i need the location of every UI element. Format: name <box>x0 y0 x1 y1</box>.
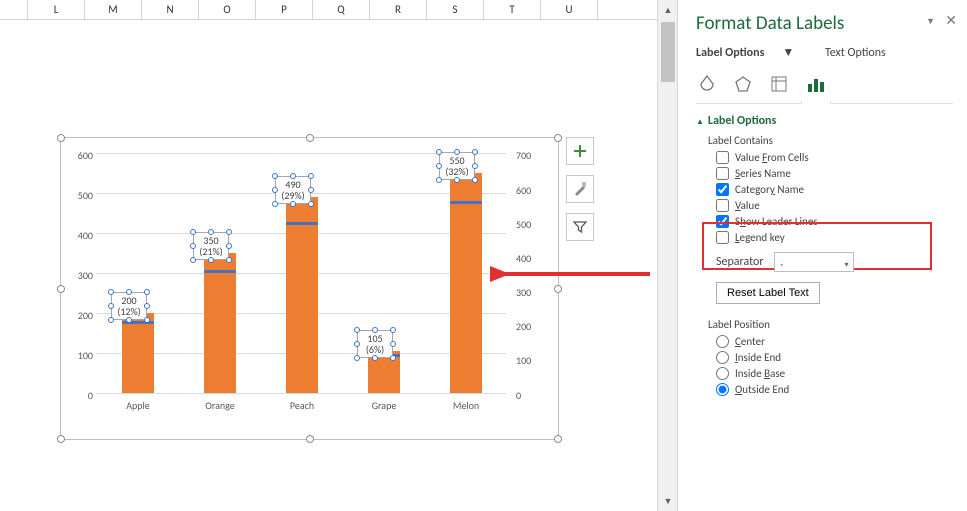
col-L[interactable]: L <box>28 0 85 19</box>
format-data-labels-pane: ▼ ✕ Format Data Labels Label Options▼ Te… <box>677 0 967 511</box>
radio[interactable] <box>716 383 729 396</box>
radio[interactable] <box>716 351 729 364</box>
separator-select[interactable]: , <box>774 252 854 272</box>
checkbox[interactable] <box>716 215 729 228</box>
opt-series-name[interactable]: Series Name <box>716 167 953 180</box>
chart-object[interactable]: 0 100 200 300 400 500 600 0 100 200 300 … <box>60 137 559 440</box>
mark-orange[interactable] <box>204 270 236 273</box>
tab-label: Label Options <box>696 46 764 60</box>
data-label-melon[interactable]: 550 (32%) <box>439 152 475 180</box>
chart-handle[interactable] <box>554 285 562 293</box>
pos-center[interactable]: Center <box>716 335 953 348</box>
x-tick: Orange <box>190 399 250 412</box>
size-props-icon[interactable] <box>768 73 790 95</box>
x-tick: Apple <box>108 399 168 412</box>
checkbox[interactable] <box>716 151 729 164</box>
y2-tick: 200 <box>516 320 544 333</box>
mark-melon[interactable] <box>450 201 482 204</box>
y-tick: 300 <box>69 269 93 282</box>
x-tick: Grape <box>354 399 414 412</box>
y2-tick: 400 <box>516 252 544 265</box>
mark-peach[interactable] <box>286 222 318 225</box>
col-N[interactable]: N <box>142 0 199 19</box>
y2-tick: 0 <box>516 389 544 402</box>
y-tick: 400 <box>69 229 93 242</box>
close-icon[interactable]: ✕ <box>945 12 957 29</box>
y2-tick: 100 <box>516 354 544 367</box>
tab-label-options[interactable]: Label Options▼ <box>696 46 811 60</box>
checkbox[interactable] <box>716 199 729 212</box>
y2-tick: 700 <box>516 149 544 162</box>
chart-handle[interactable] <box>306 134 314 142</box>
chart-styles-button[interactable] <box>566 175 594 203</box>
col-O[interactable]: O <box>199 0 256 19</box>
opt-show-leader-lines[interactable]: Show Leader Lines <box>716 215 953 228</box>
bar-apple[interactable] <box>122 313 154 393</box>
label-contains-head: Label Contains <box>708 134 953 147</box>
col-T[interactable]: T <box>484 0 541 19</box>
scroll-thumb[interactable] <box>661 22 675 82</box>
section-label-options[interactable]: Label Options <box>696 114 953 128</box>
fill-line-icon[interactable] <box>696 73 718 95</box>
opt-value-from-cells[interactable]: Value From Cells <box>716 151 953 164</box>
bar-orange[interactable] <box>204 253 236 393</box>
chart-handle[interactable] <box>57 134 65 142</box>
data-label-peach[interactable]: 490 (29%) <box>275 176 311 204</box>
col-P[interactable]: P <box>256 0 313 19</box>
col-Q[interactable]: Q <box>313 0 370 19</box>
y-tick: 0 <box>69 389 93 402</box>
tab-text-options[interactable]: Text Options <box>825 46 886 60</box>
data-label-apple[interactable]: 200 (12%) <box>111 292 147 320</box>
col-S[interactable]: S <box>427 0 484 19</box>
chart-handle[interactable] <box>306 435 314 443</box>
pos-outside-end[interactable]: Outside End <box>716 383 953 396</box>
data-label-grape[interactable]: 105 (6%) <box>357 330 393 358</box>
effects-icon[interactable] <box>732 73 754 95</box>
chart-handle[interactable] <box>57 285 65 293</box>
bar-peach[interactable] <box>286 197 318 393</box>
radio[interactable] <box>716 367 729 380</box>
label-position-head: Label Position <box>708 318 953 331</box>
x-tick: Peach <box>272 399 332 412</box>
label-options-icon[interactable] <box>804 73 826 95</box>
y-tick: 100 <box>69 349 93 362</box>
vertical-scrollbar[interactable]: ▲ ▼ <box>657 0 677 511</box>
data-label-orange[interactable]: 350 (21%) <box>193 232 229 260</box>
column-header-row: L M N O P Q R S T U <box>0 0 657 20</box>
scroll-up-icon[interactable]: ▲ <box>658 0 678 20</box>
checkbox[interactable] <box>716 183 729 196</box>
reset-label-text-button[interactable]: Reset Label Text <box>716 282 820 304</box>
col-U[interactable]: U <box>541 0 598 19</box>
chart-filters-button[interactable] <box>566 213 594 241</box>
opt-category-name[interactable]: Category Name <box>716 183 953 196</box>
pane-title: Format Data Labels <box>696 12 953 35</box>
opt-value[interactable]: Value <box>716 199 953 212</box>
y2-tick: 500 <box>516 218 544 231</box>
y-tick: 500 <box>69 189 93 202</box>
chart-elements-button[interactable] <box>566 137 594 165</box>
separator-label: Separator <box>716 255 764 269</box>
chart-handle[interactable] <box>554 435 562 443</box>
opt-legend-key[interactable]: Legend key <box>716 231 953 244</box>
chart-handle[interactable] <box>57 435 65 443</box>
radio[interactable] <box>716 335 729 348</box>
pos-inside-end[interactable]: Inside End <box>716 351 953 364</box>
pos-inside-base[interactable]: Inside Base <box>716 367 953 380</box>
y2-tick: 600 <box>516 184 544 197</box>
checkbox[interactable] <box>716 231 729 244</box>
y-tick: 600 <box>69 149 93 162</box>
y2-tick: 300 <box>516 286 544 299</box>
y-tick: 200 <box>69 309 93 322</box>
checkbox[interactable] <box>716 167 729 180</box>
col-R[interactable]: R <box>370 0 427 19</box>
worksheet-area[interactable]: 0 100 200 300 400 500 600 0 100 200 300 … <box>0 20 657 511</box>
col-M[interactable]: M <box>85 0 142 19</box>
x-tick: Melon <box>436 399 496 412</box>
chart-handle[interactable] <box>554 134 562 142</box>
bar-melon[interactable] <box>450 173 482 393</box>
scroll-down-icon[interactable]: ▼ <box>658 491 678 511</box>
pane-options-icon[interactable]: ▼ <box>926 16 935 27</box>
